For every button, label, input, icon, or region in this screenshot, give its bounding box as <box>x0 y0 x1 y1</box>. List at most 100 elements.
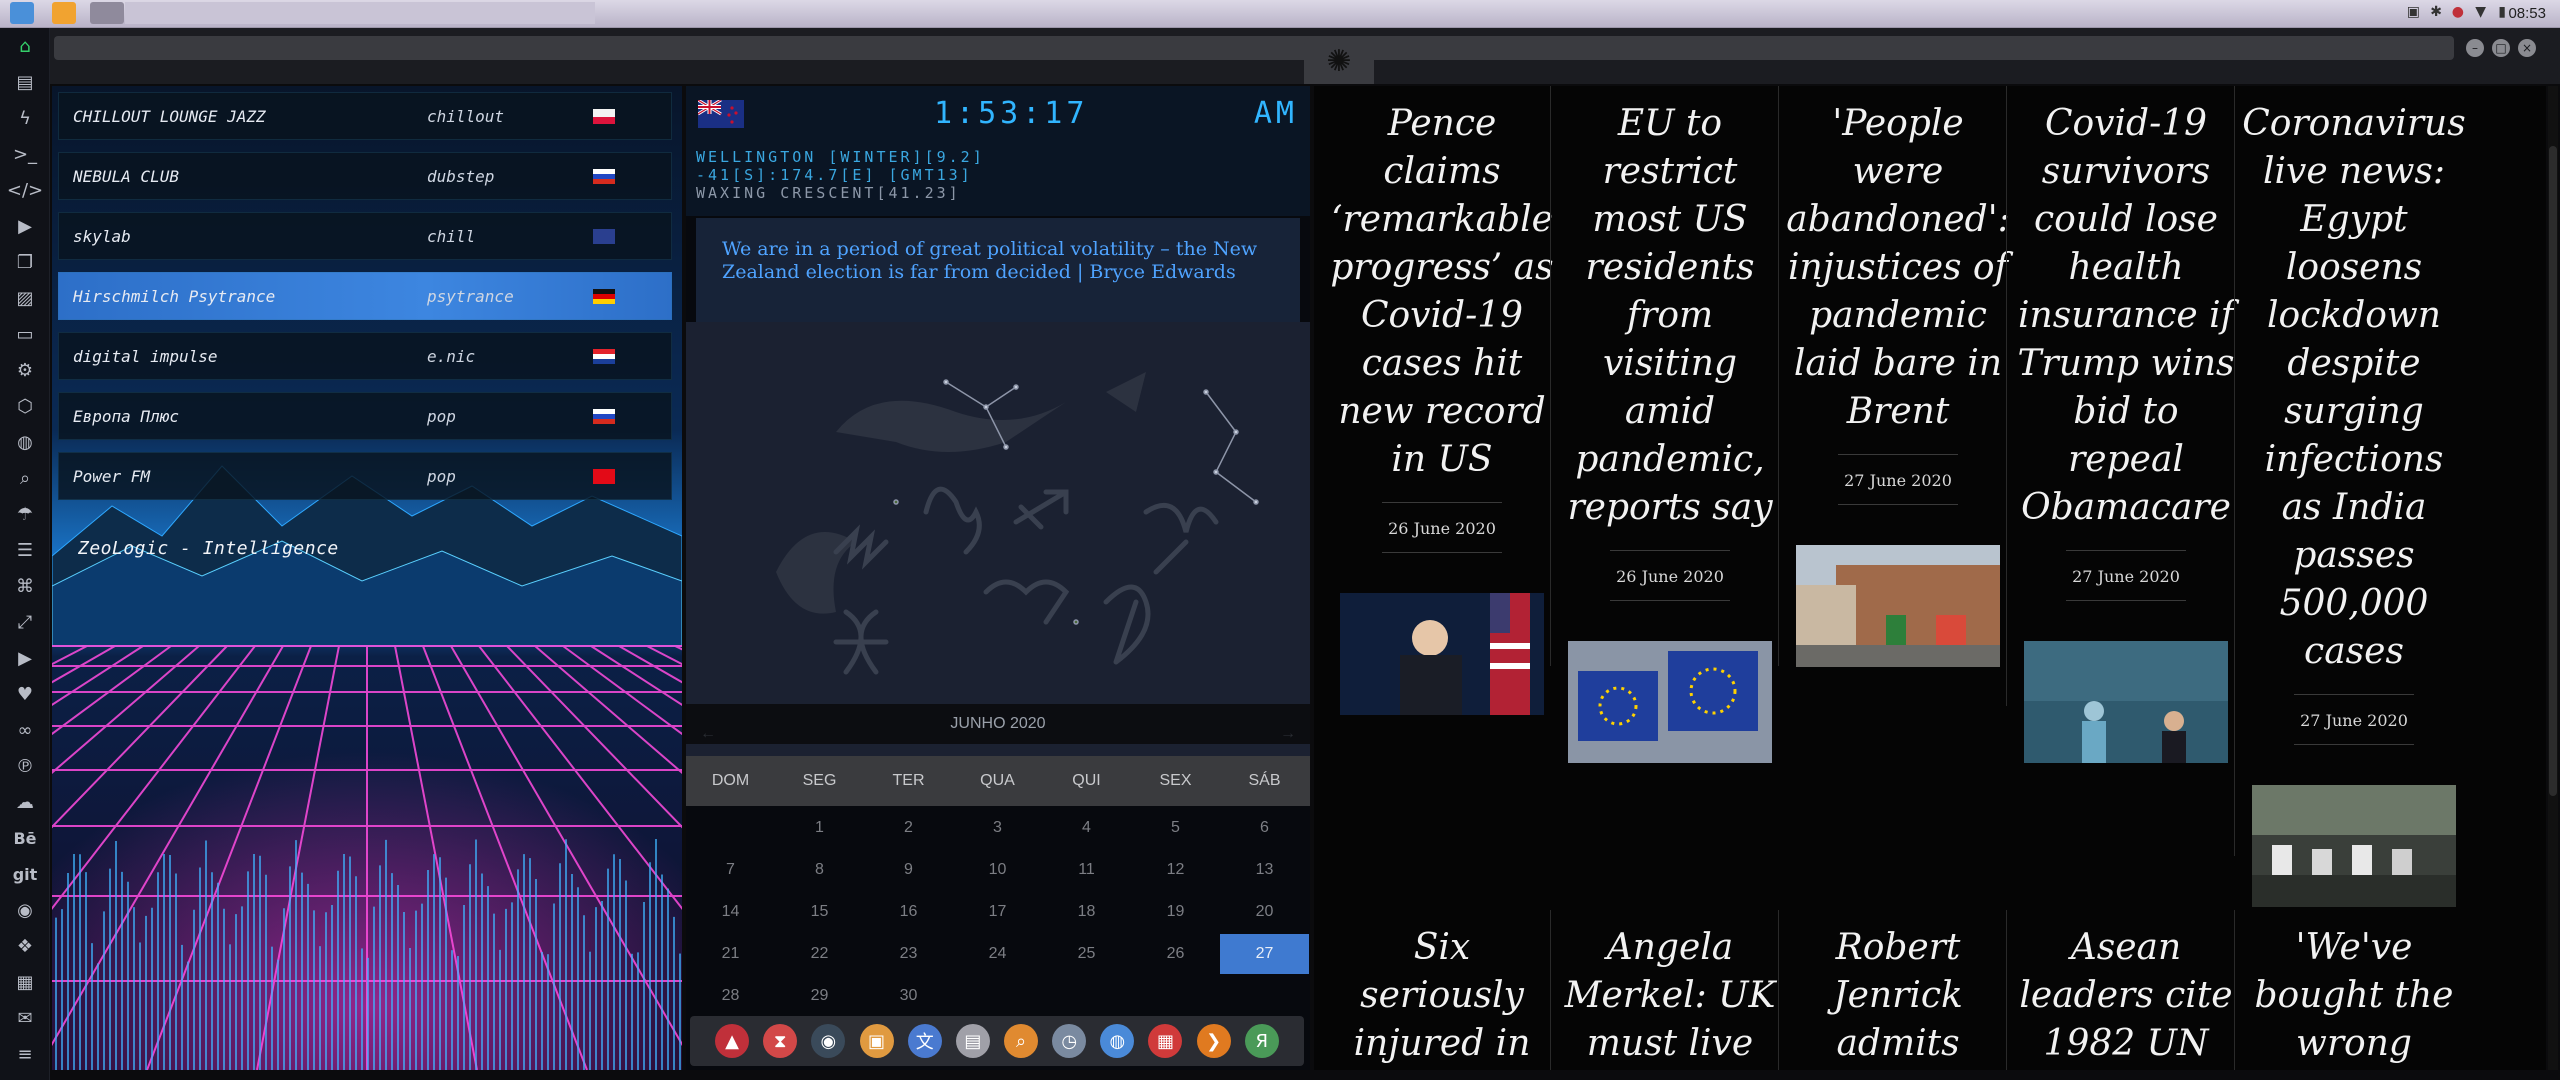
yandex-icon[interactable]: Я <box>1244 1024 1279 1058</box>
station-row[interactable]: Hirschmilch Psytrance psytrance <box>58 272 672 320</box>
calendar-day[interactable]: 26 <box>1131 934 1220 974</box>
gear-icon[interactable]: ⚙ <box>0 352 50 388</box>
bluetooth-tray-icon[interactable]: ✱ <box>2430 4 2442 20</box>
system-clock[interactable]: 08:53 <box>2508 5 2546 22</box>
code-icon[interactable]: </> <box>0 172 50 208</box>
news-card[interactable]: 'People were abandoned': injustices of p… <box>1784 86 2012 667</box>
calendar-day[interactable]: 23 <box>864 934 953 974</box>
news-card[interactable]: 'We've bought the wrong <box>2240 910 2468 1068</box>
calendar-day[interactable]: 4 <box>1042 808 1131 848</box>
calendar-day[interactable]: 28 <box>686 976 775 1016</box>
news-headline[interactable]: Asean leaders cite 1982 UN <box>2012 910 2240 1068</box>
news-headline[interactable]: Robert Jenrick admits <box>1784 910 2012 1068</box>
play-icon[interactable]: ▶ <box>0 208 50 244</box>
calendar-next-arrow-icon[interactable]: → <box>1280 714 1296 754</box>
calendar-day[interactable]: 3 <box>953 808 1042 848</box>
sublime-taskbar-button[interactable] <box>52 2 76 24</box>
news-scrollbar[interactable] <box>2548 86 2558 1070</box>
calendar-day[interactable]: 7 <box>686 850 775 890</box>
calendar-day[interactable]: 21 <box>686 934 775 974</box>
station-row[interactable]: CHILLOUT LOUNGE JAZZ chillout <box>58 92 672 140</box>
calendar-day[interactable]: 22 <box>775 934 864 974</box>
github-icon[interactable]: ◉ <box>0 892 50 928</box>
battery-tray-icon[interactable]: ▮ <box>2498 4 2506 20</box>
calendar-day[interactable]: 16 <box>864 892 953 932</box>
home-icon[interactable]: ⌂ <box>0 28 50 64</box>
news-headline[interactable]: Angela Merkel: UK must live <box>1556 910 1784 1068</box>
calendar-day[interactable]: 17 <box>953 892 1042 932</box>
news-image[interactable] <box>1340 593 1544 715</box>
clock-icon[interactable]: ◷ <box>1052 1024 1087 1058</box>
station-row[interactable]: digital impulse e.nic <box>58 332 672 380</box>
search-icon[interactable]: ⌕ <box>0 460 50 496</box>
news-headline[interactable]: Coronavirus live news: Egypt loosens loc… <box>2240 86 2468 676</box>
news-card[interactable]: Covid-19 survivors could lose health ins… <box>2012 86 2240 763</box>
news-card[interactable]: Angela Merkel: UK must live <box>1556 910 1784 1068</box>
active-window-taskbar-item[interactable] <box>125 2 595 24</box>
calendar-day[interactable]: 6 <box>1220 808 1309 848</box>
image-icon[interactable]: ▨ <box>0 280 50 316</box>
news-headline[interactable]: Pence claims ‘remarkable progress’ as Co… <box>1328 86 1556 484</box>
arch-icon[interactable]: ▲ <box>715 1024 750 1058</box>
calendar-day[interactable]: 19 <box>1131 892 1220 932</box>
browser-icon[interactable]: ◍ <box>1100 1024 1135 1058</box>
calendar-day[interactable]: 2 <box>864 808 953 848</box>
copy-icon[interactable]: ❐ <box>0 244 50 280</box>
news-image[interactable] <box>2252 785 2456 907</box>
screenshot-tray-icon[interactable]: ▣ <box>2407 4 2420 20</box>
news-image[interactable] <box>1796 545 2000 667</box>
terminal-icon[interactable]: >_ <box>0 136 50 172</box>
earth-icon[interactable]: ◉ <box>811 1024 846 1058</box>
calendar-day[interactable]: 13 <box>1220 850 1309 890</box>
calendar-day[interactable]: 24 <box>953 934 1042 974</box>
news-image[interactable] <box>2024 641 2228 763</box>
calendar-day[interactable]: 12 <box>1131 850 1220 890</box>
station-row[interactable]: NEBULA CLUB dubstep <box>58 152 672 200</box>
maximize-button[interactable]: □ <box>2492 39 2510 57</box>
station-row[interactable]: Европа Плюс pop <box>58 392 672 440</box>
calendar-day[interactable]: 29 <box>775 976 864 1016</box>
calendar-day[interactable]: 9 <box>864 850 953 890</box>
news-icon[interactable]: ▤ <box>955 1024 990 1058</box>
news-headline[interactable]: 'We've bought the wrong <box>2240 910 2468 1068</box>
calendar-icon[interactable]: ▦ <box>1148 1024 1183 1058</box>
terminal-taskbar-button[interactable] <box>90 2 124 24</box>
news-card[interactable]: Robert Jenrick admits <box>1784 910 2012 1068</box>
news-card[interactable]: Coronavirus live news: Egypt loosens loc… <box>2240 86 2468 907</box>
stack-icon[interactable]: ≡ <box>0 1036 50 1072</box>
calendar-day[interactable]: 8 <box>775 850 864 890</box>
calendar-day[interactable]: 30 <box>864 976 953 1016</box>
id-card-icon[interactable]: ▭ <box>0 316 50 352</box>
station-row[interactable]: skylab chill <box>58 212 672 260</box>
update-tray-icon[interactable]: ● <box>2452 4 2464 20</box>
calendar-day[interactable]: 5 <box>1131 808 1220 848</box>
mail-icon[interactable]: ✉ <box>0 1000 50 1036</box>
document-icon[interactable]: ▤ <box>0 64 50 100</box>
calendar-day[interactable]: 18 <box>1042 892 1131 932</box>
globe-icon[interactable]: ◍ <box>0 424 50 460</box>
files-taskbar-button[interactable] <box>10 2 34 24</box>
calendar-day[interactable]: 27 <box>1220 934 1309 974</box>
station-row[interactable]: Power FM pop <box>58 452 672 500</box>
expand-icon[interactable]: ⤢ <box>0 604 50 640</box>
hourglass-icon[interactable]: ⧗ <box>763 1024 798 1058</box>
tag-icon[interactable]: ⌘ <box>0 568 50 604</box>
translate-icon[interactable]: 文 <box>907 1024 942 1058</box>
news-card[interactable]: EU to restrict most US residents from vi… <box>1556 86 1784 763</box>
calendar-day[interactable]: 14 <box>686 892 775 932</box>
calendar-prev-arrow-icon[interactable]: ← <box>700 714 716 754</box>
calendar-day[interactable]: 25 <box>1042 934 1131 974</box>
calendar-day[interactable]: 11 <box>1042 850 1131 890</box>
behance-icon[interactable]: Bē <box>0 820 50 856</box>
map-icon[interactable]: ▦ <box>0 964 50 1000</box>
arrow-icon[interactable]: ❯ <box>1196 1024 1231 1058</box>
news-headline[interactable]: Covid-19 survivors could lose health ins… <box>2012 86 2240 532</box>
git-icon[interactable]: git <box>0 856 50 892</box>
calendar-day[interactable]: 20 <box>1220 892 1309 932</box>
news-headline[interactable]: Six seriously injured in Glasgow <box>1328 910 1556 1070</box>
photos-icon[interactable]: ▣ <box>859 1024 894 1058</box>
lightning-icon[interactable]: ϟ <box>0 100 50 136</box>
calendar-day[interactable]: 15 <box>775 892 864 932</box>
news-image[interactable] <box>1568 641 1772 763</box>
cubes-icon[interactable]: ❖ <box>0 928 50 964</box>
